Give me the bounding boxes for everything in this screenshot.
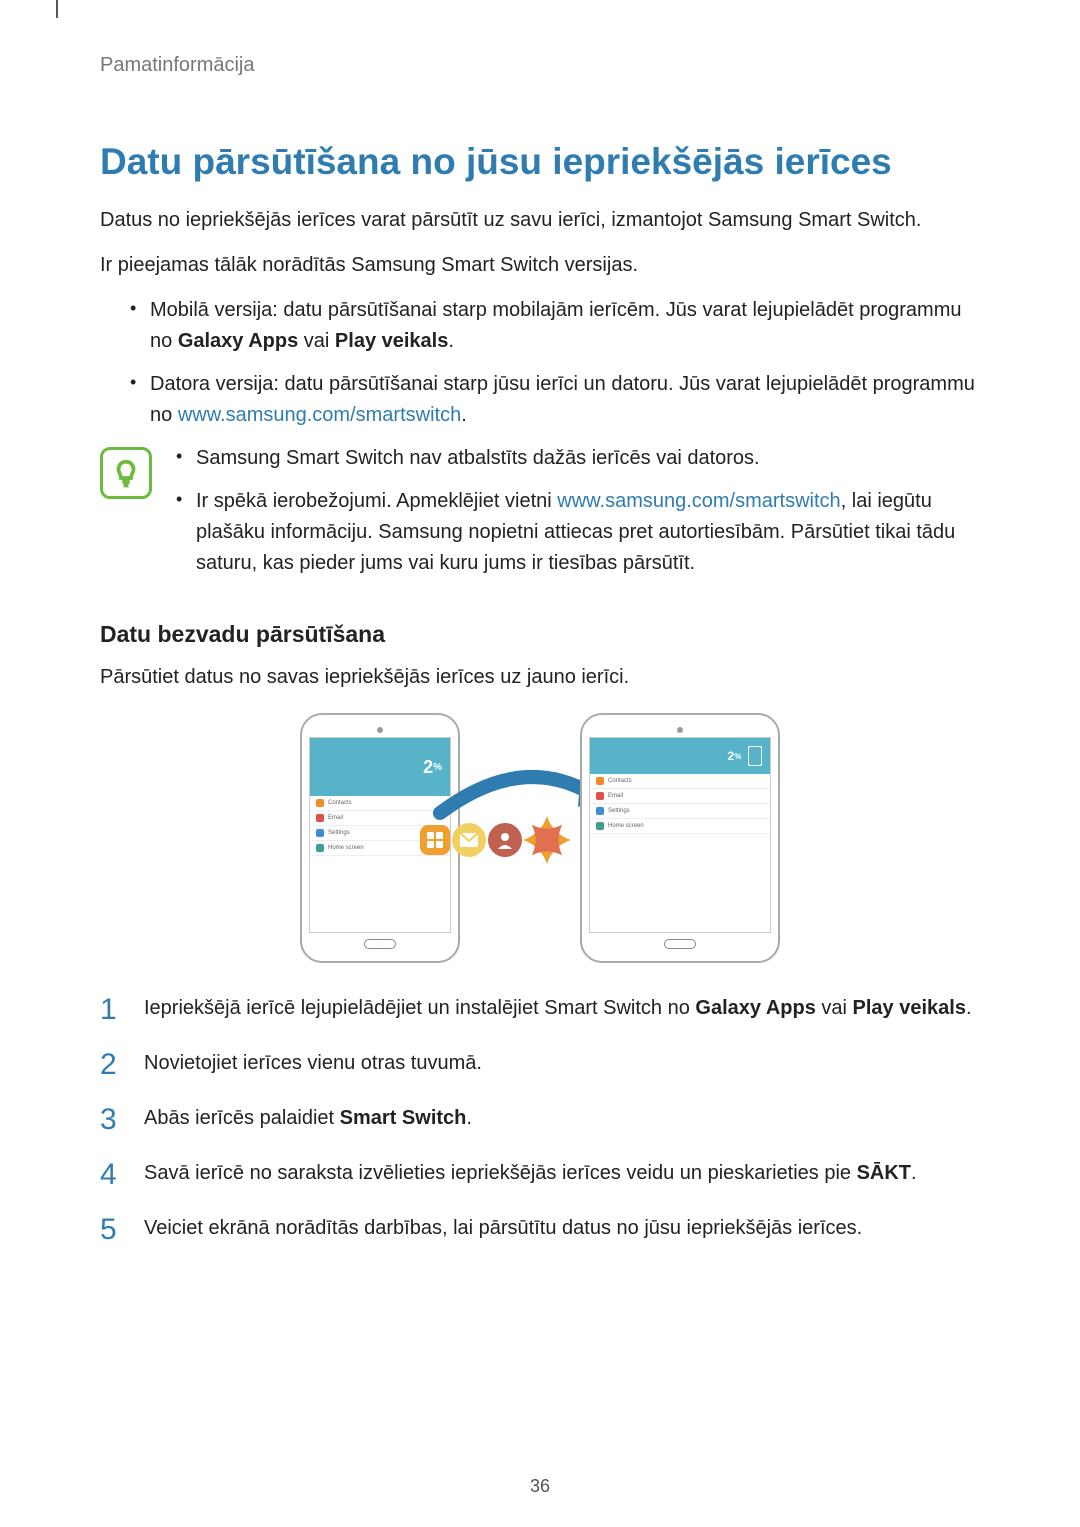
tablet-device: 2% ContactsEmailSettingsHome screen [580,713,780,963]
apps-icon [420,825,450,855]
note-item-2: Ir spēkā ierobežojumi. Apmeklējiet vietn… [176,486,980,579]
note-icon [100,447,152,499]
mail-icon [452,823,486,857]
intro-paragraph-2: Ir pieejamas tālāk norādītās Samsung Sma… [100,250,980,281]
star-icon [520,813,574,867]
intro-paragraph-1: Datus no iepriekšējās ierīces varat pārs… [100,205,980,236]
note-item-1: Samsung Smart Switch nav atbalstīts dažā… [176,443,980,474]
step-4: Savā ierīcē no saraksta izvēlieties iepr… [100,1158,980,1189]
step-1: Iepriekšējā ierīcē lejupielādējiet un in… [100,993,980,1024]
smartswitch-link[interactable]: www.samsung.com/smartswitch [178,404,461,426]
header-tick [56,0,58,18]
step-5: Veiciet ekrānā norādītās darbības, lai p… [100,1213,980,1244]
subheading: Datu bezvadu pārsūtīšana [100,621,980,648]
phone-list: ContactsEmailSettingsHome screen [310,796,450,932]
list-item: Contacts [310,796,450,811]
transfer-illustration: 2% ContactsEmailSettingsHome screen [100,713,980,963]
list-item: Home screen [590,819,770,834]
smartswitch-link-2[interactable]: www.samsung.com/smartswitch [557,490,840,512]
bullet-desktop-version: Datora versija: datu pārsūtīšanai starp … [130,369,980,431]
list-item: Settings [590,804,770,819]
tablet-list: ContactsEmailSettingsHome screen [590,774,770,932]
step-3: Abās ierīcēs palaidiet Smart Switch. [100,1103,980,1134]
page-number: 36 [0,1476,1080,1497]
bullet-mobile-version: Mobilā versija: datu pārsūtīšanai starp … [130,295,980,357]
sub-intro: Pārsūtiet datus no savas iepriekšējās ie… [100,662,980,693]
page-title: Datu pārsūtīšana no jūsu iepriekšējās ie… [100,141,980,183]
section-label: Pamatinformācija [100,50,980,81]
list-item: Contacts [590,774,770,789]
step-2: Novietojiet ierīces vienu otras tuvumā. [100,1048,980,1079]
list-item: Email [590,789,770,804]
person-icon [488,823,522,857]
